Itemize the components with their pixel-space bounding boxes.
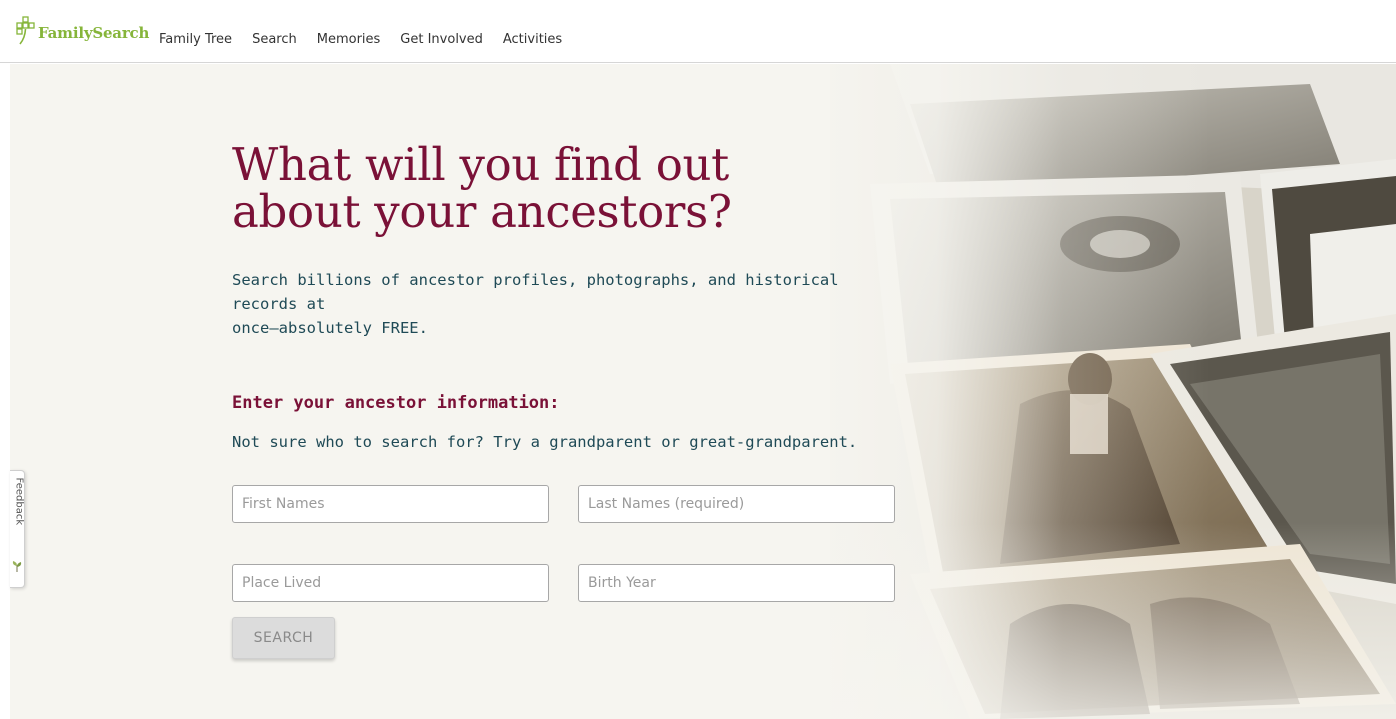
hero-subheading: Search billions of ancestor profiles, ph… bbox=[232, 268, 902, 340]
feedback-sprout-icon bbox=[12, 561, 22, 572]
last-names-input[interactable] bbox=[578, 485, 895, 523]
hero-subheading-line-1: Search billions of ancestor profiles, ph… bbox=[232, 271, 839, 313]
top-navigation-bar: FamilySearch Family Tree Search Memories… bbox=[0, 0, 1396, 63]
brand-name: FamilySearch bbox=[38, 24, 150, 42]
birth-year-input[interactable] bbox=[578, 564, 895, 602]
nav-memories[interactable]: Memories bbox=[317, 31, 381, 49]
familysearch-logo[interactable]: FamilySearch bbox=[14, 16, 149, 46]
feedback-label: Feedback bbox=[13, 477, 25, 526]
search-button[interactable]: SEARCH bbox=[232, 617, 335, 659]
nav-activities[interactable]: Activities bbox=[503, 31, 562, 49]
family-tree-logo-icon bbox=[16, 16, 35, 45]
feedback-tab[interactable]: Feedback bbox=[10, 470, 25, 588]
nav-get-involved[interactable]: Get Involved bbox=[400, 31, 483, 49]
first-names-input[interactable] bbox=[232, 485, 549, 523]
hero-headline: What will you find out about your ancest… bbox=[232, 141, 932, 235]
ancestor-form-hint: Not sure who to search for? Try a grandp… bbox=[232, 433, 858, 451]
hero-section: What will you find out about your ancest… bbox=[10, 64, 1396, 719]
place-lived-input[interactable] bbox=[232, 564, 549, 602]
ancestor-form-title: Enter your ancestor information: bbox=[232, 393, 560, 413]
hero-subheading-line-2: once—absolutely FREE. bbox=[232, 319, 428, 337]
main-nav: Family Tree Search Memories Get Involved… bbox=[159, 31, 582, 49]
hero-headline-line-2: about your ancestors? bbox=[232, 185, 732, 238]
nav-search[interactable]: Search bbox=[252, 31, 297, 49]
nav-family-tree[interactable]: Family Tree bbox=[159, 31, 232, 49]
hero-headline-line-1: What will you find out bbox=[232, 138, 729, 191]
